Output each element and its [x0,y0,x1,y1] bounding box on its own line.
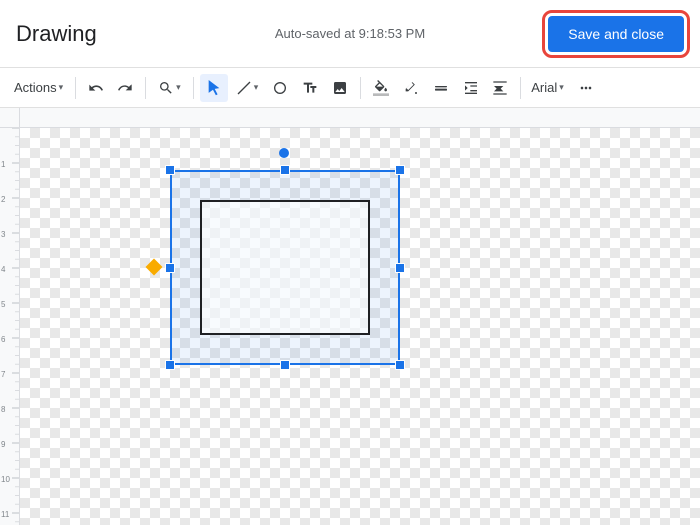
image-icon [332,80,348,96]
svg-text:11: 11 [1,510,10,519]
ruler-corner [0,108,20,128]
font-dropdown-arrow: ▾ [559,82,564,93]
more-icon [578,80,594,96]
line-dropdown-arrow: ▾ [254,82,259,93]
line-tool-button[interactable]: ▾ [230,74,265,102]
svg-text:7: 7 [1,370,6,379]
actions-label: Actions [14,80,57,95]
svg-text:10: 10 [1,475,10,484]
undo-button[interactable] [82,74,110,102]
ruler-left: 123456789101112 [0,128,20,525]
svg-text:6: 6 [1,335,6,344]
separator-1 [75,77,76,99]
selected-shape[interactable] [170,170,400,365]
border-weight-icon [433,80,449,96]
handle-bottom-middle[interactable] [280,360,290,370]
undo-icon [88,80,104,96]
textbox-icon [302,80,318,96]
handle-bottom-right[interactable] [395,360,405,370]
ruler-top: 1234567891011121314151617181920 [20,108,700,128]
svg-text:1: 1 [1,160,6,169]
svg-text:9: 9 [1,440,6,449]
handle-top-left[interactable] [165,165,175,175]
image-tool-button[interactable] [326,74,354,102]
handle-bottom-left[interactable] [165,360,175,370]
border-color-icon [403,80,419,96]
fill-icon [373,80,389,96]
select-icon [206,80,222,96]
handle-middle-left[interactable] [165,263,175,273]
app-title: Drawing [16,21,97,47]
canvas-area: 1234567891011121314151617181920 1 2 3 4 5 6 7 8… [0,108,700,525]
fill-color-button[interactable] [367,74,395,102]
save-and-close-button[interactable]: Save and close [548,16,684,52]
distribute-icon [492,80,508,96]
distribute-button[interactable] [486,74,514,102]
redo-icon [117,80,133,96]
handle-top-middle[interactable] [280,165,290,175]
zoom-button[interactable]: ▾ [152,74,187,102]
svg-text:4: 4 [1,265,6,274]
align-button[interactable] [457,74,485,102]
line-icon [236,80,252,96]
separator-2 [145,77,146,99]
handle-middle-right[interactable] [395,263,405,273]
svg-text:8: 8 [1,405,6,414]
shape-icon [272,80,288,96]
connector-handle[interactable] [146,258,163,275]
shape-inner-rectangle [200,200,370,335]
textbox-tool-button[interactable] [296,74,324,102]
drawing-canvas[interactable] [20,128,700,525]
toolbar: Actions ▾ ▾ ▾ [0,68,700,108]
svg-text:5: 5 [1,300,6,309]
handle-top-right[interactable] [395,165,405,175]
border-color-button[interactable] [397,74,425,102]
svg-text:2: 2 [1,195,6,204]
align-icon [463,80,479,96]
font-label: Arial [531,80,557,95]
selection-box [170,170,400,365]
actions-dropdown-arrow: ▾ [59,82,64,93]
separator-4 [360,77,361,99]
separator-5 [520,77,521,99]
actions-menu-button[interactable]: Actions ▾ [8,74,69,102]
separator-3 [193,77,194,99]
border-weight-button[interactable] [427,74,455,102]
shape-tool-button[interactable] [266,74,294,102]
svg-text:3: 3 [1,230,6,239]
font-selector[interactable]: Arial ▾ [527,78,568,97]
zoom-dropdown-arrow: ▾ [176,82,181,93]
redo-button[interactable] [111,74,139,102]
zoom-icon [158,80,174,96]
rotate-handle[interactable] [279,148,289,158]
autosave-status: Auto-saved at 9:18:53 PM [275,26,425,41]
select-tool-button[interactable] [200,74,228,102]
more-options-button[interactable] [572,74,600,102]
